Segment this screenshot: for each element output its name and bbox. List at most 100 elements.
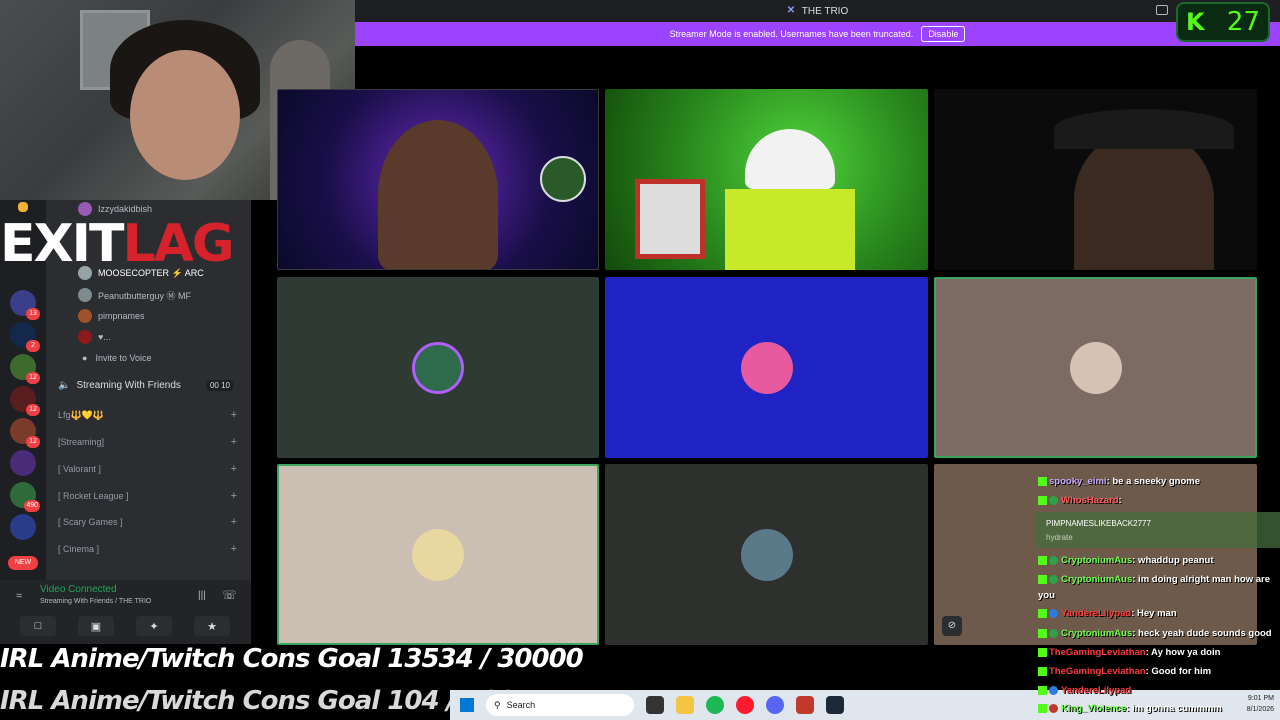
disconnect-icon[interactable]: ☏ xyxy=(222,588,237,602)
server-icon[interactable]: 13 xyxy=(10,290,40,320)
chat-username: YandereLilypad xyxy=(1061,608,1132,619)
spotify-icon[interactable] xyxy=(706,696,724,714)
etch-a-sketch xyxy=(635,179,705,259)
plus-icon[interactable]: + xyxy=(231,436,237,448)
tile-avatar-4[interactable] xyxy=(277,464,599,645)
chat-text: : xyxy=(1118,495,1122,506)
steam-icon[interactable] xyxy=(826,696,844,714)
camera-off-button[interactable]: □ xyxy=(20,616,56,636)
channel-valorant[interactable]: [ Valorant ] + xyxy=(58,460,243,478)
plus-icon[interactable]: + xyxy=(231,409,237,421)
notification-badge: 12 xyxy=(26,372,40,384)
exitlag-logo: EXITLAG xyxy=(0,214,235,274)
voice-user[interactable]: pimpnames xyxy=(78,307,145,325)
avatar xyxy=(1069,341,1122,394)
server-icon[interactable] xyxy=(10,450,36,476)
avatar xyxy=(78,309,92,323)
search-icon: ⚲ xyxy=(494,699,501,710)
task-view-icon[interactable] xyxy=(646,696,664,714)
channel-cinema[interactable]: [ Cinema ] + xyxy=(58,540,243,558)
chat-username: TheGamingLeviathan xyxy=(1049,666,1146,677)
kick-badge-icon xyxy=(1038,703,1047,713)
channel-streaming-with-friends[interactable]: 🔈 Streaming With Friends 00 10 xyxy=(58,376,243,394)
taskbar-search[interactable]: ⚲ Search xyxy=(486,694,634,716)
chat-message: YandereLilypad xyxy=(1038,682,1280,700)
voice-user-name: pimpnames xyxy=(98,311,145,321)
plus-icon[interactable]: + xyxy=(231,516,237,528)
chat-message: CryptoniumAus: heck yeah dude sounds goo… xyxy=(1038,625,1280,643)
channel-label: Lfg🔱💛🔱 xyxy=(58,409,105,420)
voice-user[interactable]: Peanutbutterguy Ⓜ MF xyxy=(78,286,191,304)
file-explorer-icon[interactable] xyxy=(676,696,694,714)
avatar xyxy=(78,330,92,344)
plus-icon[interactable]: + xyxy=(231,490,237,502)
subscriber-badge-icon xyxy=(1049,555,1058,565)
server-icon[interactable]: 12 xyxy=(10,386,40,416)
opera-icon[interactable] xyxy=(736,696,754,714)
tile-avatar-2[interactable] xyxy=(605,277,928,458)
discord-icon[interactable] xyxy=(766,696,784,714)
subscriber-badge-icon xyxy=(1049,628,1058,638)
chat-message: WhosHazard: xyxy=(1038,492,1280,510)
tile-avatar-5[interactable] xyxy=(605,464,928,645)
cannabis-leaf-icon xyxy=(540,156,586,202)
server-icon[interactable]: 12 xyxy=(10,354,40,384)
share-screen-button[interactable]: ▣ xyxy=(78,616,114,636)
kick-badge-icon xyxy=(1038,608,1047,618)
activities-icon: ✦ xyxy=(149,620,159,633)
disable-streamer-mode-button[interactable]: Disable xyxy=(921,26,966,42)
tile-nike-streamer[interactable] xyxy=(934,89,1257,270)
folder-icon[interactable] xyxy=(18,202,28,212)
badge-icon xyxy=(1049,608,1058,618)
tile-avatar-3[interactable] xyxy=(934,277,1257,458)
windows-start-icon[interactable] xyxy=(460,698,474,712)
voice-user[interactable]: ♥... xyxy=(78,328,111,346)
channel-lfg[interactable]: Lfg🔱💛🔱 + xyxy=(58,406,243,424)
tile-avatar-1[interactable] xyxy=(277,277,599,458)
chat-username: CryptoniumAus xyxy=(1061,628,1133,639)
soundboard-button[interactable]: ★ xyxy=(194,616,230,636)
cap xyxy=(1054,109,1234,149)
notification-badge: 13 xyxy=(26,308,40,320)
plus-icon[interactable]: + xyxy=(231,463,237,475)
streamer-figure xyxy=(1074,129,1214,270)
channel-streaming[interactable]: [Streaming] + xyxy=(58,433,243,451)
voice-connected-label[interactable]: Video Connected xyxy=(40,584,117,595)
server-icon[interactable]: 12 xyxy=(10,418,40,448)
server-icon[interactable] xyxy=(10,514,36,540)
channel-label: [ Valorant ] xyxy=(58,464,101,474)
channel-scary-games[interactable]: [ Scary Games ] + xyxy=(58,513,243,531)
chat-text: : heck yeah dude sounds good xyxy=(1132,628,1272,639)
kick-logo-icon: K xyxy=(1186,8,1205,36)
goal-text: IRL Anime/Twitch Cons Goal 13534 / 30000 xyxy=(0,644,584,674)
signal-icon[interactable]: ≈ xyxy=(16,590,22,602)
activities-button[interactable]: ✦ xyxy=(136,616,172,636)
avatar xyxy=(412,528,464,581)
chat-text: : whaddup peanut xyxy=(1132,555,1214,566)
kick-viewer-count: 27 xyxy=(1226,7,1260,37)
tile-raccoon-streamer[interactable] xyxy=(277,89,599,270)
camera-off-icon[interactable]: ⊘ xyxy=(942,616,962,636)
noise-suppression-icon[interactable]: ||| xyxy=(198,590,206,601)
invite-to-voice-button[interactable]: ● Invite to Voice xyxy=(82,349,151,367)
add-person-icon: ● xyxy=(82,353,88,363)
chat-message: TheGamingLeviathan: Ay how ya doin xyxy=(1038,644,1280,662)
chat-text: you xyxy=(1038,590,1055,601)
tile-hardhat-streamer[interactable] xyxy=(605,89,928,270)
voice-user-name: Izzydakidbish xyxy=(98,204,153,214)
new-badge[interactable]: NEW xyxy=(8,556,38,570)
avatar xyxy=(740,341,793,394)
kick-badge-icon xyxy=(1038,666,1047,676)
kick-badge-icon xyxy=(1038,628,1047,638)
inbox-icon[interactable] xyxy=(1156,5,1168,15)
app-icon[interactable] xyxy=(796,696,814,714)
notification-badge: 12 xyxy=(26,436,40,448)
kick-badge-icon xyxy=(1038,685,1047,695)
server-icon[interactable]: 2 xyxy=(10,322,40,352)
avatar xyxy=(740,528,793,581)
server-icon[interactable]: 490 xyxy=(10,482,40,512)
voice-user-name: Peanutbutterguy Ⓜ MF xyxy=(98,290,192,301)
channel-rocket-league[interactable]: [ Rocket League ] + xyxy=(58,487,243,505)
screen-share-icon: ▣ xyxy=(90,620,102,633)
plus-icon[interactable]: + xyxy=(231,543,237,555)
